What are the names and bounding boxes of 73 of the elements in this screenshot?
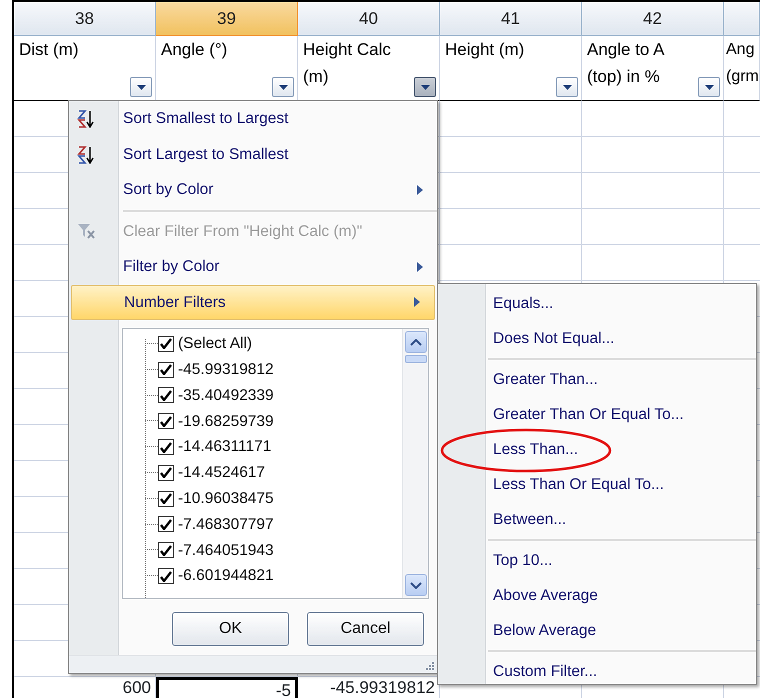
checkbox-item[interactable]: -35.40492339 (123, 382, 393, 408)
menu-item[interactable]: Sort by Color (69, 172, 437, 208)
cancel-button[interactable]: Cancel (307, 612, 424, 646)
filter-dropdown-button[interactable] (414, 77, 436, 97)
checkmark-icon (160, 544, 172, 556)
menu-item[interactable]: Between... (438, 502, 756, 537)
funnel-icon (77, 222, 95, 240)
menu-item[interactable]: Sort Smallest to Largest (69, 101, 437, 136)
scrollbar[interactable] (402, 329, 428, 598)
menu-item[interactable]: Above Average (438, 578, 756, 613)
caret-icon (562, 84, 572, 90)
checkmark-icon (160, 493, 172, 504)
caret-icon (420, 84, 430, 90)
checkbox-item[interactable]: -6.601944821 (123, 563, 393, 589)
column-title: Ang (grm (726, 41, 759, 85)
checkmark-icon (160, 467, 172, 478)
submenu-arrow-icon (414, 297, 420, 308)
column-title: Height Calc (m) (303, 40, 391, 86)
menu-item[interactable]: Filter by Color (69, 249, 437, 284)
checkbox-item[interactable]: -10.96038475 (123, 486, 393, 512)
checkmark-icon (160, 416, 172, 427)
checkmark-icon (160, 338, 172, 350)
menu-item[interactable]: Less Than... (438, 432, 756, 467)
column-title: Angle (°) (161, 40, 228, 59)
menu-item[interactable]: Greater Than Or Equal To... (438, 397, 756, 432)
column-header: 40 (298, 2, 440, 36)
checkbox-item[interactable]: -14.4524617 (123, 460, 393, 486)
chevron-up-icon (410, 338, 422, 346)
menu-item[interactable]: Top 10... (438, 543, 756, 578)
sort-ascending-icon (77, 109, 95, 128)
column-header: 38 (14, 2, 156, 36)
checkmark-icon (160, 518, 172, 530)
menu-item[interactable]: Below Average (438, 613, 756, 648)
checkbox-item[interactable]: (Select All) (123, 331, 393, 357)
column-title: Dist (m) (19, 40, 78, 59)
menu-item[interactable]: Number Filters (71, 284, 435, 320)
column-header: 39 (156, 2, 298, 36)
table-cell: -5 (156, 677, 298, 698)
checkmark-icon (160, 442, 172, 453)
filter-dropdown-button[interactable] (130, 77, 152, 97)
ok-button[interactable]: OK (172, 612, 289, 646)
checkbox-item[interactable]: -45.99319812 (123, 356, 393, 383)
filter-dropdown-button[interactable] (272, 77, 294, 97)
column-header: 42 (582, 2, 724, 36)
menu-item[interactable]: Sort Largest to Smallest (69, 136, 437, 172)
menu-item[interactable]: Custom Filter... (438, 654, 756, 689)
caret-icon (278, 84, 288, 90)
scroll-thumb[interactable] (405, 355, 427, 363)
filter-dropdown-button[interactable] (698, 77, 720, 97)
checkmark-icon (160, 390, 172, 401)
menu-item[interactable]: Equals... (438, 286, 756, 321)
checkbox-item[interactable]: -7.468307797 (123, 512, 393, 538)
menu-item[interactable]: Does Not Equal... (438, 321, 756, 356)
table-cell: 600 (14, 677, 156, 698)
filter-dropdown-button[interactable] (556, 77, 578, 97)
checkmark-icon (160, 364, 172, 376)
caret-icon (704, 84, 714, 90)
column-title: Height (m) (445, 40, 524, 59)
resize-grip-icon (426, 662, 434, 670)
column-title: Angle to A (top) in % (587, 40, 664, 86)
checkbox-item[interactable]: -14.46311171 (123, 434, 393, 460)
menu-item[interactable]: Greater Than... (438, 362, 756, 397)
menu-item[interactable]: Less Than Or Equal To... (438, 467, 756, 502)
checkbox-item[interactable]: -7.464051943 (123, 537, 393, 564)
caret-icon (136, 84, 146, 90)
submenu-arrow-icon (417, 262, 423, 272)
submenu-arrow-icon (417, 184, 423, 195)
column-header (724, 2, 760, 36)
checkmark-icon (160, 570, 172, 582)
column-header: 41 (440, 2, 582, 36)
sort-descending-icon (77, 144, 95, 164)
checkbox-item[interactable]: -19.68259739 (123, 408, 393, 434)
chevron-down-icon (410, 582, 422, 588)
